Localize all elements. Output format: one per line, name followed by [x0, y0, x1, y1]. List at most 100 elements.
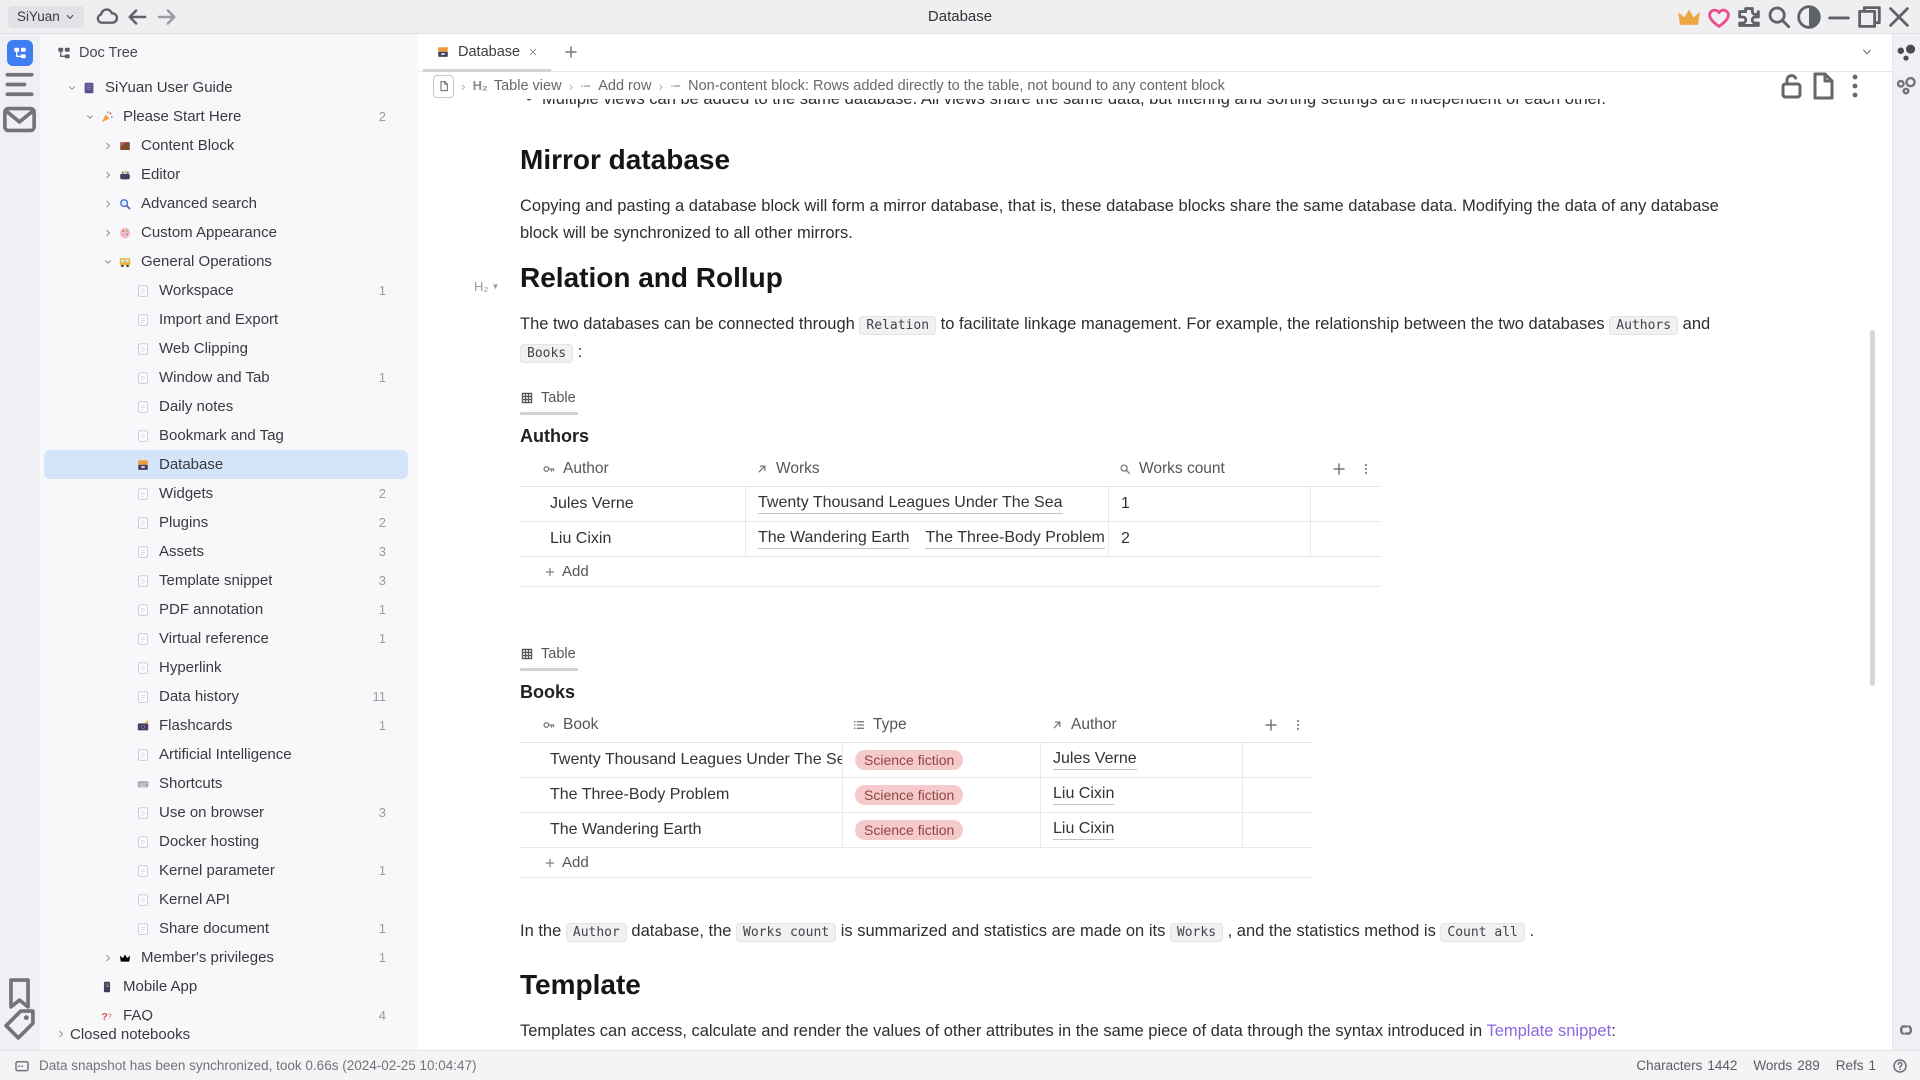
database-title[interactable]: Authors	[520, 424, 1756, 448]
table-row[interactable]: The Wandering Earth Science fiction Liu Ci…	[520, 813, 1313, 848]
editor-scrollbar[interactable]	[1870, 330, 1875, 686]
view-tab-table[interactable]: Table	[520, 387, 1756, 409]
unlock-icon[interactable]	[1775, 72, 1807, 100]
relation-link[interactable]: Liu Cixin	[1053, 785, 1114, 805]
table-cell[interactable]: Jules Verne	[520, 487, 745, 521]
doc-tree-item-use-on-browser[interactable]: Use on browser3	[44, 798, 408, 827]
add-row-button[interactable]: Add	[520, 848, 1313, 878]
table-row[interactable]: Twenty Thousand Leagues Under The SeaSci…	[520, 743, 1313, 778]
doc-tree-item-virtual-reference[interactable]: Virtual reference1	[44, 624, 408, 653]
table-cell[interactable]: Science fiction	[842, 813, 1040, 847]
column-header-book[interactable]: Book	[520, 708, 842, 742]
relation-link[interactable]: The Wandering Earth	[758, 529, 909, 549]
doc-tree-item-flashcards[interactable]: Flashcards1	[44, 711, 408, 740]
table-cell[interactable]: Liu Cixin	[520, 522, 745, 556]
doc-tree-item-widgets[interactable]: Widgets2	[44, 479, 408, 508]
tab-list-chevron-icon[interactable]	[1861, 46, 1873, 58]
column-header-works-count[interactable]: Works count	[1108, 452, 1310, 486]
new-tab-button[interactable]	[563, 44, 579, 60]
doc-link[interactable]: Template snippet	[1486, 1022, 1611, 1040]
membership-crown-icon[interactable]	[1674, 0, 1704, 33]
breadcrumb-item[interactable]: Non-content block: Rows added directly t…	[670, 78, 1225, 94]
doc-tree-item-editor[interactable]: Editor	[44, 160, 408, 189]
table-more-button[interactable]	[1359, 452, 1373, 486]
type-tag[interactable]: Science fiction	[855, 750, 963, 770]
doc-tree-item-mobile-app[interactable]: Mobile App	[44, 972, 408, 1001]
chevron-down-icon[interactable]	[100, 254, 116, 270]
type-tag[interactable]: Science fiction	[855, 820, 963, 840]
inbox-icon[interactable]	[0, 107, 39, 131]
chevron-down-icon[interactable]	[82, 109, 98, 125]
table-row[interactable]: Liu Cixin The Wandering Earth The Three-Bo…	[520, 522, 1381, 557]
doc-tree-item-kernel-api[interactable]: Kernel API	[44, 885, 408, 914]
chevron-right-icon[interactable]	[100, 167, 116, 183]
breadcrumb-item[interactable]: Add row	[580, 78, 651, 94]
global-graph-dock-icon[interactable]	[1893, 75, 1919, 99]
tab-database[interactable]: Database	[423, 33, 551, 71]
doc-tree-item-artificial-intelligence[interactable]: Artificial Intelligence	[44, 740, 408, 769]
doc-tree-item-hyperlink[interactable]: Hyperlink	[44, 653, 408, 682]
column-header-author[interactable]: Author	[520, 452, 745, 486]
column-header-author[interactable]: Author	[1040, 708, 1242, 742]
database-title[interactable]: Books	[520, 680, 1756, 704]
backlinks-dock-icon[interactable]	[1893, 1018, 1919, 1042]
sponsor-heart-icon[interactable]	[1704, 0, 1734, 33]
table-cell[interactable]: Twenty Thousand Leagues Under The Sea	[745, 487, 1108, 521]
graph-dock-icon[interactable]	[1893, 42, 1919, 66]
doc-tree-item-please-start-here[interactable]: Please Start Here2	[44, 102, 408, 131]
doc-tree-item-docker-hosting[interactable]: Docker hosting	[44, 827, 408, 856]
table-more-button[interactable]	[1291, 708, 1305, 742]
doc-tree-item-shortcuts[interactable]: Shortcuts	[44, 769, 408, 798]
chevron-right-icon[interactable]	[100, 950, 116, 966]
doc-tree-item-plugins[interactable]: Plugins2	[44, 508, 408, 537]
chevron-right-icon[interactable]	[100, 225, 116, 241]
search-icon[interactable]	[1764, 0, 1794, 33]
relation-link[interactable]: The Three-Body Problem	[925, 529, 1104, 549]
table-cell[interactable]: The Wandering Earth	[520, 813, 842, 847]
chevron-down-icon[interactable]	[64, 80, 80, 96]
doc-tree-item-assets[interactable]: Assets3	[44, 537, 408, 566]
doc-tree-dock-button[interactable]	[7, 40, 33, 66]
doc-tree-item-general-operations[interactable]: General Operations	[44, 247, 408, 276]
table-cell[interactable]: The Three-Body Problem	[520, 778, 842, 812]
heading-gutter[interactable]: H₂▼	[474, 270, 499, 304]
table-cell[interactable]: Liu Cixin	[1040, 813, 1242, 847]
doc-tree-item-custom-appearance[interactable]: Custom Appearance	[44, 218, 408, 247]
breadcrumb-doc-icon[interactable]	[433, 75, 454, 98]
doc-tree-item-web-clipping[interactable]: Web Clipping	[44, 334, 408, 363]
doc-tree-item-template-snippet[interactable]: Template snippet3	[44, 566, 408, 595]
table-row[interactable]: The Three-Body Problem Science fiction Liu…	[520, 778, 1313, 813]
type-tag[interactable]: Science fiction	[855, 785, 963, 805]
doc-tree-item-data-history[interactable]: Data history11	[44, 682, 408, 711]
table-cell[interactable]: Jules Verne	[1040, 743, 1242, 777]
cloud-sync-icon[interactable]	[94, 4, 120, 30]
doc-tree-item-faq[interactable]: ??FAQ4	[44, 1001, 408, 1021]
chevron-right-icon[interactable]	[100, 138, 116, 154]
add-column-button[interactable]	[1331, 452, 1347, 486]
doc-tree-item-member-s-privileges[interactable]: Member's privileges1	[44, 943, 408, 972]
snapshot-icon[interactable]	[14, 1058, 30, 1074]
column-header-works[interactable]: Works	[745, 452, 1108, 486]
doc-tree-item-advanced-search[interactable]: Advanced search	[44, 189, 408, 218]
table-cell[interactable]: Science fiction	[842, 743, 1040, 777]
relation-link[interactable]: Twenty Thousand Leagues Under The Sea	[758, 494, 1063, 514]
doc-tree-item-pdf-annotation[interactable]: PDF annotation1	[44, 595, 408, 624]
relation-link[interactable]: Liu Cixin	[1053, 820, 1114, 840]
help-icon[interactable]	[1892, 1058, 1908, 1074]
forward-icon[interactable]	[154, 4, 180, 30]
doc-tree-item-content-block[interactable]: Content Block	[44, 131, 408, 160]
view-tab-table[interactable]: Table	[520, 643, 1756, 665]
siyuan-menu-button[interactable]: SiYuan	[8, 6, 84, 28]
doc-tree-item-window-and-tab[interactable]: Window and Tab1	[44, 363, 408, 392]
doc-tree-item-import-and-export[interactable]: Import and Export	[44, 305, 408, 334]
doc-tree-item-bookmark-and-tag[interactable]: Bookmark and Tag	[44, 421, 408, 450]
add-column-button[interactable]	[1263, 708, 1279, 742]
back-icon[interactable]	[124, 4, 150, 30]
table-cell[interactable]: 1	[1108, 487, 1310, 521]
chevron-right-icon[interactable]	[100, 196, 116, 212]
tag-dock-icon[interactable]	[0, 1012, 39, 1036]
closed-notebooks-row[interactable]: Closed notebooks	[40, 1021, 418, 1047]
table-cell[interactable]: Liu Cixin	[1040, 778, 1242, 812]
doc-tree-item-kernel-parameter[interactable]: Kernel parameter1	[44, 856, 408, 885]
column-header-type[interactable]: Type	[842, 708, 1040, 742]
